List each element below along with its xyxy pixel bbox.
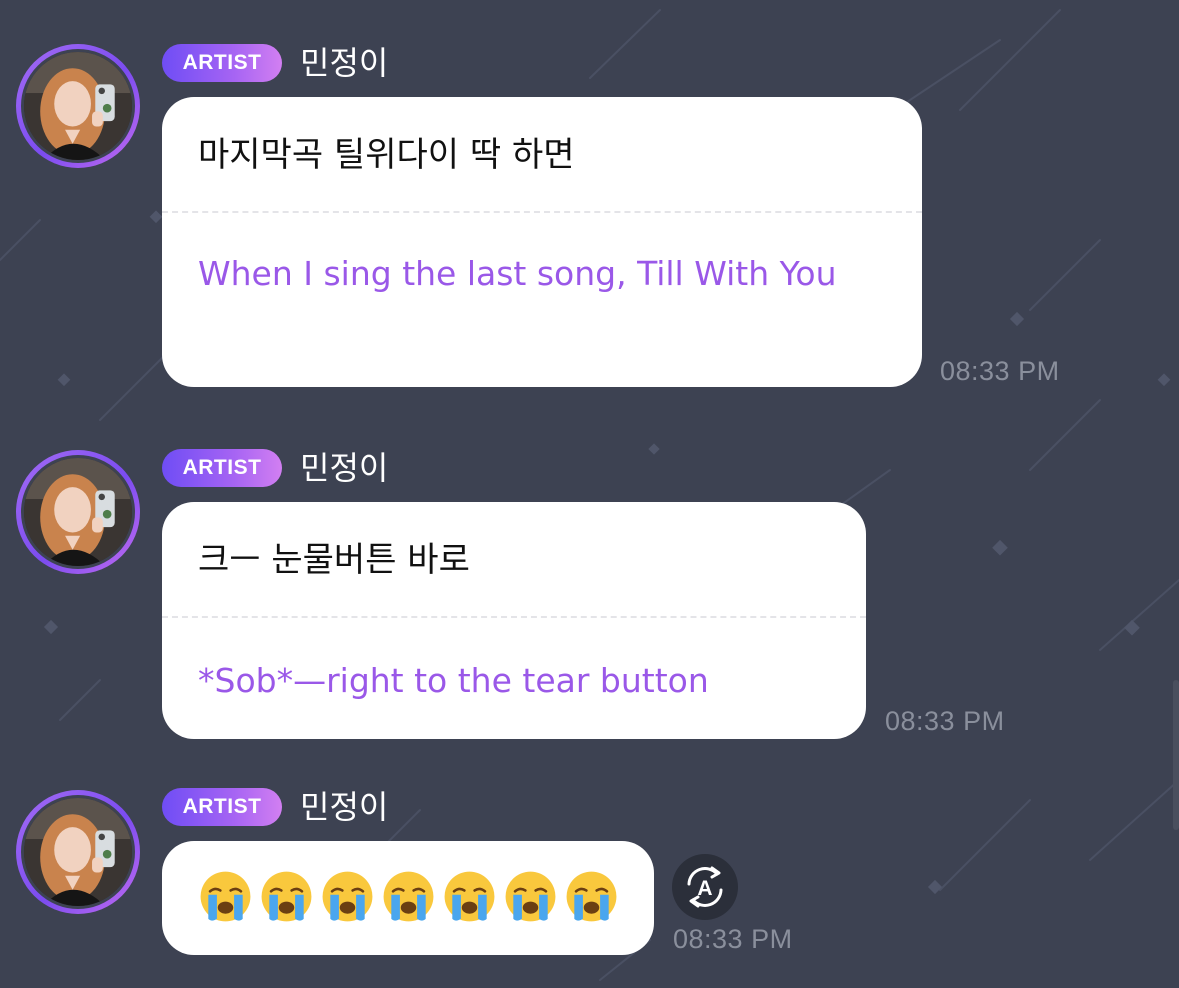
profile-photo (24, 458, 132, 566)
message-timestamp: 08:33 PM (673, 924, 793, 954)
avatar[interactable] (16, 790, 140, 914)
artist-badge: ARTIST (162, 788, 282, 826)
translated-text: *Sob*—right to the tear button (198, 661, 709, 700)
translated-text: When I sing the last song, Till With You (198, 254, 837, 293)
profile-photo (24, 798, 132, 906)
crying-face-emoji (505, 871, 556, 922)
sender-name[interactable]: 민정이 (300, 449, 388, 487)
message-timestamp: 08:33 PM (885, 706, 1005, 736)
crying-face-emoji (322, 871, 373, 922)
message-bubble[interactable]: 크ㅡ 눈물버튼 바로 *Sob*—right to the tear butto… (162, 502, 866, 739)
message-timestamp: 08:33 PM (940, 356, 1060, 386)
sender-name[interactable]: 민정이 (300, 788, 388, 826)
message-text: 크ㅡ 눈물버튼 바로 (198, 540, 470, 580)
avatar[interactable] (16, 450, 140, 574)
emoji-row (198, 869, 619, 924)
crying-face-emoji (200, 871, 251, 922)
crying-face-emoji (566, 871, 617, 922)
crying-face-emoji (261, 871, 312, 922)
translation-divider (162, 211, 922, 213)
avatar[interactable] (16, 44, 140, 168)
auto-translate-icon: A (687, 866, 723, 908)
message-bubble[interactable] (162, 841, 654, 955)
sender-name[interactable]: 민정이 (300, 44, 388, 82)
artist-badge: ARTIST (162, 44, 282, 82)
artist-badge: ARTIST (162, 449, 282, 487)
translation-divider (162, 616, 866, 618)
scrollbar[interactable] (1173, 680, 1179, 830)
auto-translate-button[interactable]: A (672, 854, 738, 920)
profile-photo (24, 52, 132, 160)
message-bubble[interactable]: 마지막곡 틸위다이 딱 하면 When I sing the last song… (162, 97, 922, 387)
crying-face-emoji (383, 871, 434, 922)
crying-face-emoji (444, 871, 495, 922)
message-text: 마지막곡 틸위다이 딱 하면 (198, 135, 575, 175)
svg-text:A: A (697, 877, 712, 900)
